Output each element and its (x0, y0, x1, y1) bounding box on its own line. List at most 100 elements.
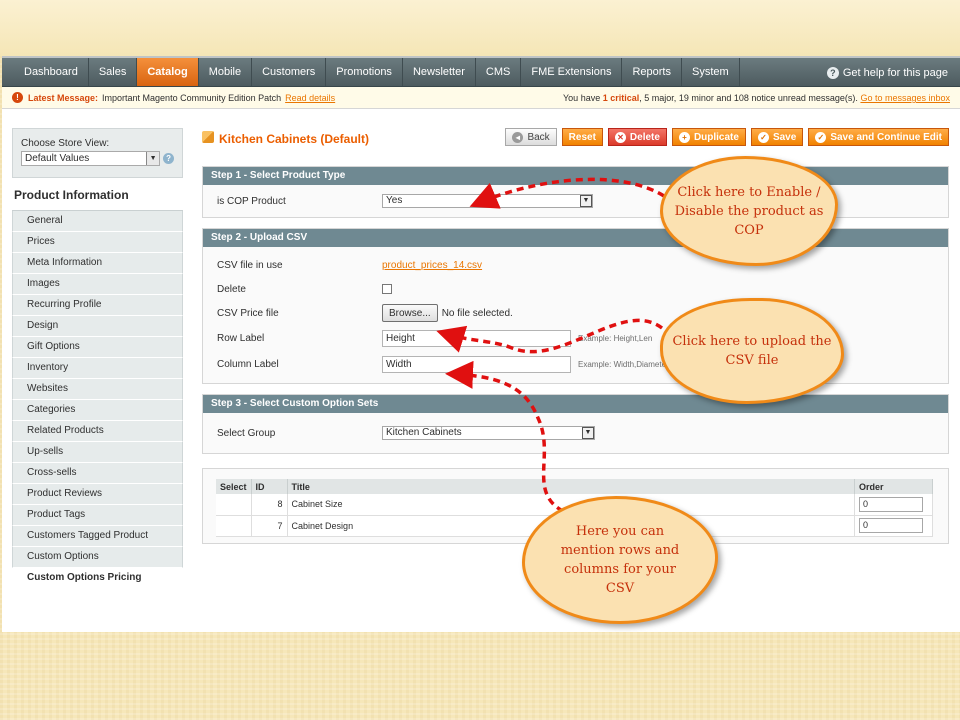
help-label: Get help for this page (842, 66, 948, 79)
select-group-select[interactable]: Kitchen Cabinets ▼ (382, 426, 595, 440)
row-label-hint: Example: Height,Len (578, 333, 653, 343)
store-switcher: Choose Store View: Default Values ▼ ? (12, 128, 183, 178)
message-text: Important Magento Community Edition Patc… (102, 92, 282, 103)
product-cube-icon (202, 131, 214, 143)
read-details-link[interactable]: Read details (285, 93, 335, 103)
order-input[interactable]: 0 (859, 518, 923, 533)
callout-cop: Click here to Enable / Disable the produ… (660, 156, 838, 266)
nav-newsletter[interactable]: Newsletter (403, 58, 476, 86)
row-select-cell[interactable] (216, 515, 252, 537)
product-information-heading: Product Information (12, 178, 183, 211)
critical-word: critical (610, 93, 640, 103)
delete-label: Delete (629, 131, 660, 143)
message-bar: ! Latest Message: Important Magento Comm… (2, 87, 960, 109)
messages-inbox-link[interactable]: Go to messages inbox (860, 93, 950, 103)
tab-prices[interactable]: Prices (12, 232, 183, 253)
delete-icon: ✕ (614, 131, 626, 143)
left-column: Choose Store View: Default Values ▼ ? Pr… (12, 128, 183, 589)
back-label: Back (527, 131, 550, 143)
tab-recurring-profile[interactable]: Recurring Profile (12, 295, 183, 316)
nav-customers[interactable]: Customers (252, 58, 327, 86)
col-select[interactable]: Select (216, 479, 252, 494)
save-and-continue-button[interactable]: ✓ Save and Continue Edit (808, 128, 949, 146)
screenshot-frame: Dashboard Sales Catalog Mobile Customers… (2, 56, 960, 632)
store-switcher-label: Choose Store View: (21, 138, 110, 149)
reset-button[interactable]: Reset (561, 128, 603, 146)
nav-system[interactable]: System (682, 58, 740, 86)
tab-images[interactable]: Images (12, 274, 183, 295)
nav-fme-extensions[interactable]: FME Extensions (521, 58, 623, 86)
nav-dashboard[interactable]: Dashboard (2, 58, 89, 86)
tab-categories[interactable]: Categories (12, 400, 183, 421)
nav-reports[interactable]: Reports (622, 58, 682, 86)
browse-button[interactable]: Browse... (382, 304, 438, 322)
delete-checkbox[interactable] (382, 284, 392, 294)
message-summary-rest: , 5 major, 19 minor and 108 notice unrea… (639, 93, 858, 103)
order-input[interactable]: 0 (859, 496, 923, 512)
nav-catalog[interactable]: Catalog (137, 58, 199, 86)
nav-cms[interactable]: CMS (476, 58, 522, 86)
message-summary: You have 1 critical, 5 major, 19 minor a… (563, 93, 950, 103)
check-icon: ✓ (815, 131, 827, 143)
row-label-label: Row Label (217, 332, 265, 344)
no-file-text: No file selected. (441, 307, 513, 319)
tab-websites[interactable]: Websites (12, 379, 183, 400)
tab-inventory[interactable]: Inventory (12, 358, 183, 379)
col-title[interactable]: Title (287, 479, 856, 494)
csv-price-file-label: CSV Price file (217, 307, 279, 319)
delete-label: Delete (217, 283, 246, 295)
back-button[interactable]: ◂ Back (505, 128, 557, 146)
column-label-input[interactable]: Width (382, 355, 571, 373)
tab-custom-options-pricing[interactable]: Custom Options Pricing (12, 568, 183, 589)
chevron-down-icon: ▼ (582, 427, 594, 439)
tab-up-sells[interactable]: Up-sells (12, 442, 183, 463)
save-button[interactable]: ✓ Save (750, 128, 804, 146)
nav-sales[interactable]: Sales (89, 58, 138, 86)
tab-general[interactable]: General (12, 211, 183, 232)
tab-custom-options[interactable]: Custom Options (12, 547, 183, 568)
row-select-cell[interactable] (216, 494, 252, 516)
page-header: Kitchen Cabinets (Default) ◂ Back Reset … (202, 128, 949, 150)
col-id[interactable]: ID (251, 479, 288, 494)
tab-customers-tagged-product[interactable]: Customers Tagged Product (12, 526, 183, 547)
cop-product-select[interactable]: Yes ▼ (382, 194, 593, 208)
select-group-label: Select Group (217, 427, 276, 439)
check-icon: ✓ (757, 131, 769, 143)
save-label: Save (772, 131, 797, 143)
nav-mobile[interactable]: Mobile (199, 58, 253, 86)
step3-title: Step 3 - Select Custom Option Sets (203, 395, 948, 413)
nav-promotions[interactable]: Promotions (326, 58, 403, 86)
step2-title: Step 2 - Upload CSV (203, 229, 948, 247)
row-label-input[interactable]: Height (382, 329, 571, 347)
tab-related-products[interactable]: Related Products (12, 421, 183, 442)
chevron-down-icon: ▼ (580, 195, 592, 207)
tab-design[interactable]: Design (12, 316, 183, 337)
message-title: Latest Message: (28, 92, 99, 103)
reset-label: Reset (568, 131, 596, 143)
info-icon[interactable]: ? (163, 153, 174, 164)
back-arrow-icon: ◂ (512, 131, 524, 143)
message-summary-prefix: You have (563, 93, 601, 103)
critical-count: 1 (602, 93, 608, 103)
tab-product-reviews[interactable]: Product Reviews (12, 484, 183, 505)
duplicate-button[interactable]: + Duplicate (671, 128, 746, 146)
help-link[interactable]: ? Get help for this page (826, 58, 948, 87)
table-header-row: Select ID Title Order (216, 479, 933, 494)
csv-file-link[interactable]: product_prices_14.csv (382, 260, 482, 271)
slide-top-strip (0, 0, 960, 56)
page-title: Kitchen Cabinets (Default) (219, 132, 370, 146)
help-icon: ? (826, 66, 839, 79)
plus-icon: + (678, 131, 690, 143)
tab-meta-information[interactable]: Meta Information (12, 253, 183, 274)
store-view-select[interactable]: Default Values ▼ (21, 151, 161, 166)
main-nav: Dashboard Sales Catalog Mobile Customers… (2, 58, 960, 87)
column-label-label: Column Label (217, 358, 279, 370)
column-label-hint: Example: Width,Diameter (578, 359, 669, 369)
action-buttons: ◂ Back Reset ✕ Delete + Duplicate ✓ Save (500, 128, 949, 146)
delete-button[interactable]: ✕ Delete (607, 128, 667, 146)
save-and-continue-label: Save and Continue Edit (830, 131, 942, 143)
tab-product-tags[interactable]: Product Tags (12, 505, 183, 526)
col-order[interactable]: Order (854, 479, 933, 494)
tab-gift-options[interactable]: Gift Options (12, 337, 183, 358)
tab-cross-sells[interactable]: Cross-sells (12, 463, 183, 484)
